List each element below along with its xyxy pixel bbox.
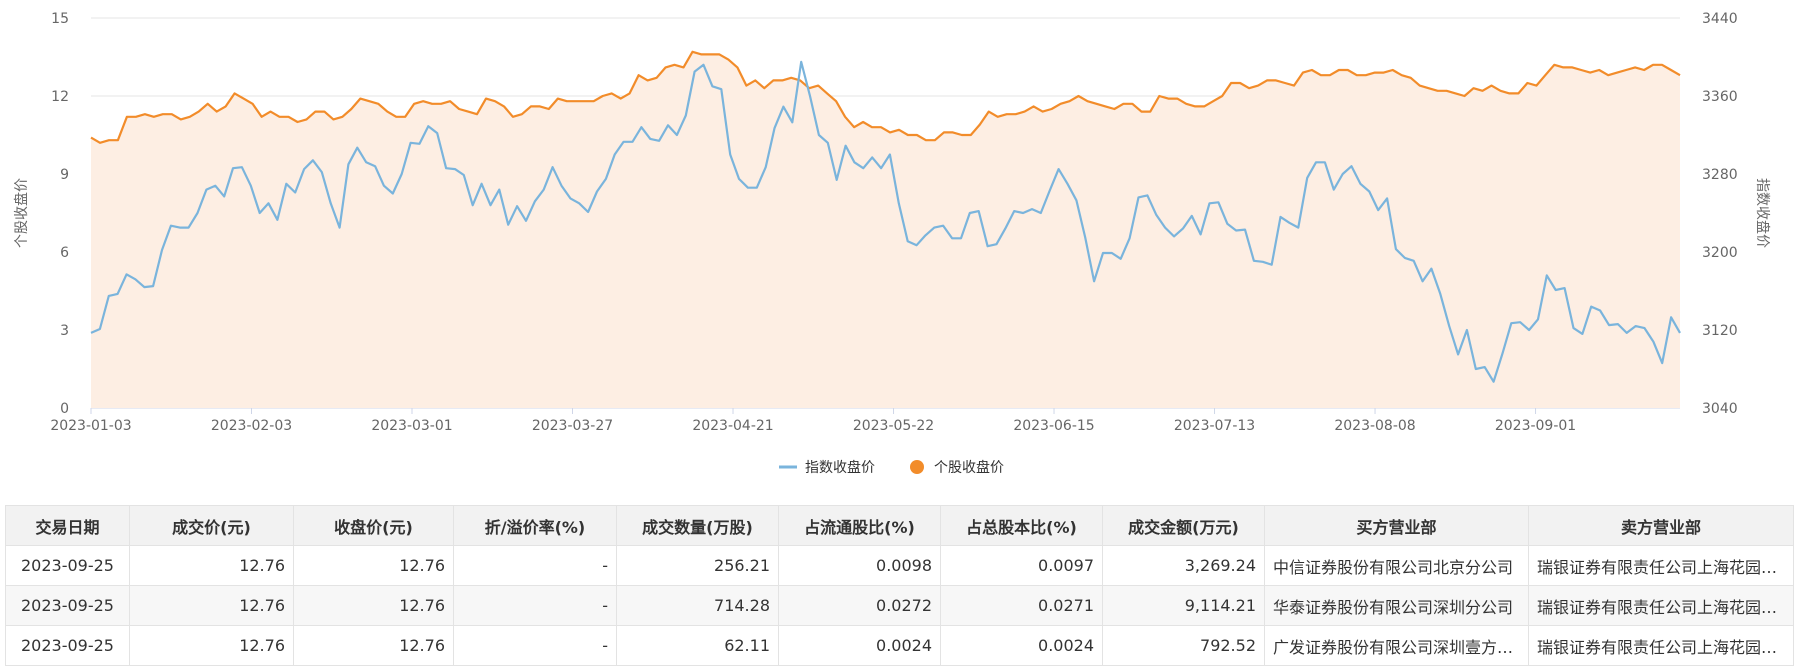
y-right-tick-label: 3120	[1702, 323, 1738, 339]
legend-index-label[interactable]: 指数收盘价	[805, 459, 875, 476]
cell-total-ratio: 0.0271	[940, 585, 1103, 626]
cell-float-ratio: 0.0024	[778, 625, 941, 666]
legend-stock-swatch[interactable]	[910, 460, 924, 474]
cell-buyer[interactable]: 广发证券股份有限公司深圳壹方中心证券营业部	[1264, 625, 1529, 666]
header-buyer[interactable]: 买方营业部	[1264, 505, 1529, 546]
header-float-ratio[interactable]: 占流通股比(%)	[778, 505, 941, 546]
x-tick-label: 2023-09-01	[1495, 418, 1576, 434]
cell-seller[interactable]: 瑞银证券有限责任公司上海花园石桥路证券营业部	[1528, 625, 1794, 666]
y-right-tick-label: 3040	[1702, 401, 1738, 417]
cell-amount: 3,269.24	[1102, 545, 1265, 586]
x-tick-label: 2023-02-03	[211, 418, 292, 434]
cell-premium-rate: -	[453, 545, 617, 586]
cell-volume: 62.11	[616, 625, 779, 666]
header-volume[interactable]: 成交数量(万股)	[616, 505, 779, 546]
y-left-tick-label: 15	[51, 11, 69, 27]
legend-stock-label[interactable]: 个股收盘价	[934, 459, 1004, 476]
cell-premium-rate: -	[453, 585, 617, 626]
cell-trade-date: 2023-09-25	[5, 545, 130, 586]
header-total-ratio[interactable]: 占总股本比(%)	[940, 505, 1103, 546]
cell-float-ratio: 0.0098	[778, 545, 941, 586]
cell-close-price: 12.76	[293, 625, 454, 666]
y-left-tick-label: 9	[60, 167, 69, 183]
cell-close-price: 12.76	[293, 585, 454, 626]
header-close-price[interactable]: 收盘价(元)	[293, 505, 454, 546]
header-seller[interactable]: 卖方营业部	[1528, 505, 1794, 546]
y-left-tick-label: 3	[60, 323, 69, 339]
table-row: 2023-09-25 12.76 12.76 - 714.28 0.0272 0…	[5, 585, 1794, 626]
x-tick-label: 2023-08-08	[1334, 418, 1415, 434]
stock-area-fill	[91, 51, 1680, 409]
cell-trade-price: 12.76	[129, 545, 294, 586]
cell-trade-price: 12.76	[129, 625, 294, 666]
y-right-tick-label: 3440	[1702, 11, 1738, 27]
y-right-axis-title: 指数收盘价	[1754, 178, 1771, 248]
cell-close-price: 12.76	[293, 545, 454, 586]
table-row: 2023-09-25 12.76 12.76 - 256.21 0.0098 0…	[5, 545, 1794, 586]
y-left-axis-title: 个股收盘价	[13, 178, 30, 248]
table-header-row: 交易日期 成交价(元) 收盘价(元) 折/溢价率(%) 成交数量(万股) 占流通…	[5, 505, 1794, 546]
header-amount[interactable]: 成交金额(万元)	[1102, 505, 1265, 546]
cell-trade-date: 2023-09-25	[5, 625, 130, 666]
table-row: 2023-09-25 12.76 12.76 - 62.11 0.0024 0.…	[5, 625, 1794, 666]
chart-canvas: 03691215304031203200328033603440个股收盘价 指数收…	[13, 11, 1771, 476]
price-comparison-chart: 0 3 6 9 12 15 3040 3120 3200 3280 3360 3440 个股收盘价 指数收…	[0, 0, 1795, 500]
x-tick-label: 2023-01-03	[50, 418, 131, 434]
cell-buyer[interactable]: 华泰证券股份有限公司深圳分公司	[1264, 585, 1529, 626]
y-left-tick-label: 6	[60, 245, 69, 261]
y-left-tick-label: 0	[60, 401, 69, 417]
cell-seller[interactable]: 瑞银证券有限责任公司上海花园石桥路证券营业部	[1528, 545, 1794, 586]
cell-total-ratio: 0.0024	[940, 625, 1103, 666]
cell-float-ratio: 0.0272	[778, 585, 941, 626]
cell-premium-rate: -	[453, 625, 617, 666]
x-tick-label: 2023-03-01	[371, 418, 452, 434]
header-trade-price[interactable]: 成交价(元)	[129, 505, 294, 546]
x-tick-label: 2023-05-22	[853, 418, 934, 434]
cell-trade-price: 12.76	[129, 585, 294, 626]
x-tick-label: 2023-06-15	[1013, 418, 1094, 434]
block-trade-table: 交易日期 成交价(元) 收盘价(元) 折/溢价率(%) 成交数量(万股) 占流通…	[5, 505, 1794, 666]
cell-amount: 792.52	[1102, 625, 1265, 666]
cell-volume: 256.21	[616, 545, 779, 586]
cell-buyer[interactable]: 中信证券股份有限公司北京分公司	[1264, 545, 1529, 586]
y-right-tick-label: 3200	[1702, 245, 1738, 261]
cell-amount: 9,114.21	[1102, 585, 1265, 626]
cell-seller[interactable]: 瑞银证券有限责任公司上海花园石桥路证券营业部	[1528, 585, 1794, 626]
header-premium-rate[interactable]: 折/溢价率(%)	[453, 505, 617, 546]
y-right-tick-label: 3280	[1702, 167, 1738, 183]
x-tick-label: 2023-07-13	[1174, 418, 1255, 434]
cell-volume: 714.28	[616, 585, 779, 626]
x-tick-label: 2023-04-21	[692, 418, 773, 434]
y-left-tick-label: 12	[51, 89, 69, 105]
cell-trade-date: 2023-09-25	[5, 585, 130, 626]
x-tick-label: 2023-03-27	[532, 418, 613, 434]
header-trade-date[interactable]: 交易日期	[5, 505, 130, 546]
block-trade-table-container: 交易日期 成交价(元) 收盘价(元) 折/溢价率(%) 成交数量(万股) 占流通…	[5, 505, 1794, 666]
cell-total-ratio: 0.0097	[940, 545, 1103, 586]
y-right-tick-label: 3360	[1702, 89, 1738, 105]
